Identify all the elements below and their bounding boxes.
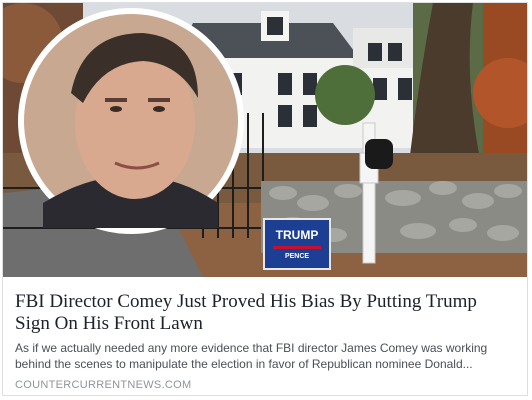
sign-line-2: PENCE bbox=[285, 253, 309, 260]
preview-image[interactable]: TRUMP PENCE bbox=[3, 3, 527, 277]
link-text-area[interactable]: FBI Director Comey Just Proved His Bias … bbox=[3, 278, 527, 395]
portrait-photo bbox=[18, 8, 244, 234]
link-headline[interactable]: FBI Director Comey Just Proved His Bias … bbox=[15, 291, 515, 335]
yard-sign: TRUMP PENCE bbox=[263, 218, 331, 270]
mailbox-icon bbox=[365, 139, 393, 169]
link-preview-card[interactable]: TRUMP PENCE FBI Director Comey Just Prov… bbox=[2, 2, 528, 396]
sign-line-1: TRUMP bbox=[276, 228, 319, 242]
link-description: As if we actually needed any more eviden… bbox=[15, 341, 488, 371]
link-domain: COUNTERCURRENTNEWS.COM bbox=[15, 379, 192, 391]
